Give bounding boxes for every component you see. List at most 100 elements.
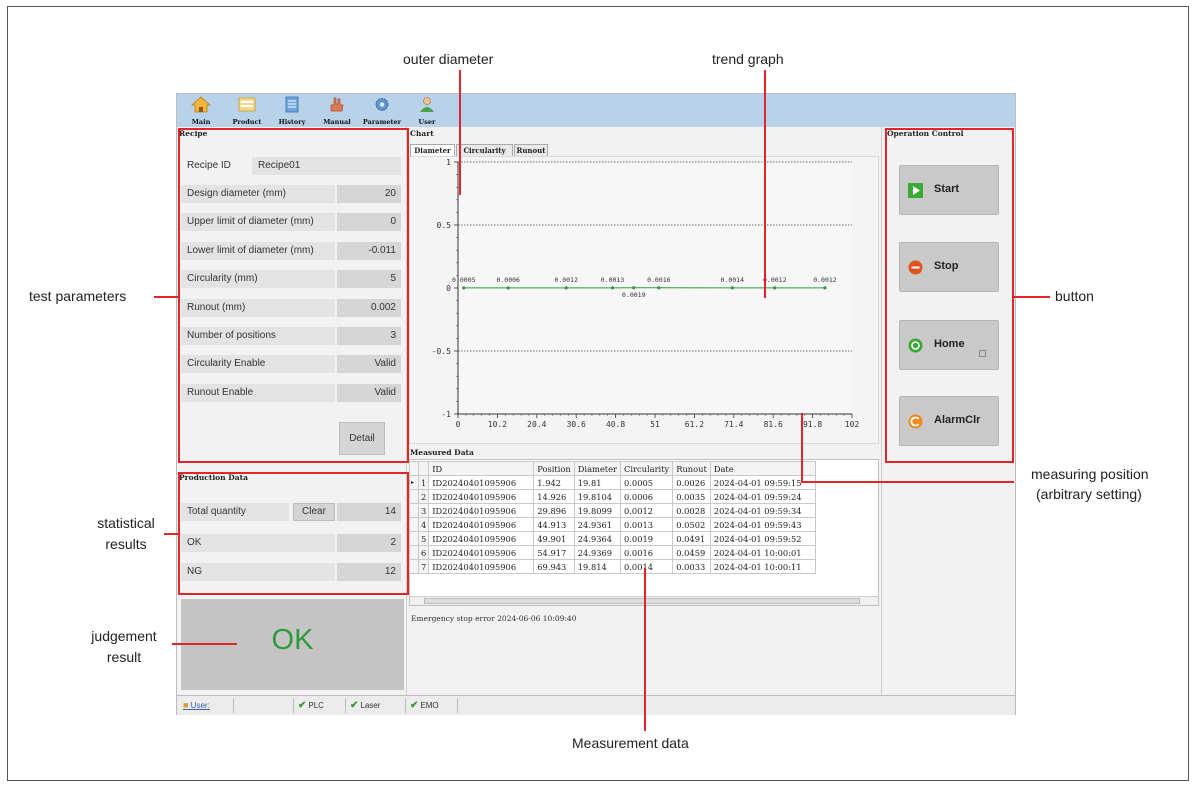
row-pointer [409, 489, 419, 504]
col-date-header[interactable]: Date [709, 461, 816, 476]
cell-run: 0.0502 [672, 517, 711, 532]
col-id-header[interactable]: ID [428, 461, 535, 476]
cell-date: 2024-04-01 09:59:34 [709, 503, 816, 518]
status-plc: ✔ PLC [294, 698, 346, 713]
status-laser: ✔ Laser [346, 698, 406, 713]
judgement-leader [172, 643, 237, 645]
annotation-judgement: judgement [91, 628, 157, 644]
toolbar-manual-button[interactable]: Manual [315, 95, 359, 126]
status-laser-label: Laser [360, 701, 381, 710]
statistical-results-box [178, 472, 409, 595]
table-header-row: ID Position Diameter Circularity Runout … [409, 461, 816, 476]
data-point [632, 286, 636, 290]
row-number: 6 [417, 545, 430, 560]
main-toolbar: Main Product History Manual Parameter Us… [177, 94, 1015, 127]
x-tick-label: 0 [456, 420, 461, 429]
judgement-panel: OK [181, 599, 404, 690]
hand-icon [330, 97, 344, 112]
y-tick-label: 1 [446, 158, 451, 167]
x-tick-label: 91.8 [803, 420, 822, 429]
table-row[interactable]: 5 ID20240401095906 49.901 24.9364 0.0019 0.04… [409, 531, 816, 546]
trend-graph-leader [764, 70, 766, 298]
cell-run: 0.0035 [672, 489, 711, 504]
annotation-button: button [1055, 288, 1094, 304]
toolbar-product-button[interactable]: Product [225, 95, 269, 126]
data-label: 0.0016 [647, 276, 671, 284]
x-tick-label: 102 [845, 420, 860, 429]
toolbar-history-button[interactable]: History [270, 95, 314, 126]
col-position-header[interactable]: Position [533, 461, 575, 476]
table-row[interactable]: 6 ID20240401095906 54.917 24.9369 0.0016 0.04… [409, 545, 816, 560]
row-pointer [409, 559, 419, 574]
right-divider [881, 127, 882, 695]
outer-diameter-leader [459, 70, 461, 195]
error-message: Emergency stop error 2024-06-06 10:09:40 [411, 614, 577, 623]
row-pointer [409, 517, 419, 532]
cell-run: 0.0491 [672, 531, 711, 546]
cell-id: ID20240401095906 [428, 489, 535, 504]
data-point [506, 286, 510, 290]
data-point [730, 286, 734, 290]
cell-pos: 69.943 [533, 559, 575, 574]
data-point [462, 286, 466, 290]
toolbar-parameter-button[interactable]: Parameter [360, 95, 404, 126]
table-row[interactable]: 3 ID20240401095906 29.896 19.8099 0.0012 0.00… [409, 503, 816, 518]
toolbar-manual-label: Manual [323, 118, 351, 126]
toolbar-user-button[interactable]: User [405, 95, 449, 126]
toolbar-main-button[interactable]: Main [179, 95, 223, 126]
x-tick-label: 30.6 [567, 420, 586, 429]
row-number: 1 [417, 475, 430, 490]
y-tick-label: 0 [446, 284, 451, 293]
data-point [657, 286, 661, 290]
measured-data-title: Measured Data [410, 448, 474, 457]
data-label: 0.0013 [601, 276, 625, 284]
cell-id: ID20240401095906 [428, 531, 535, 546]
product-icon [238, 97, 256, 112]
cell-circ: 0.0005 [620, 475, 674, 490]
col-runout-header[interactable]: Runout [672, 461, 711, 476]
history-icon [285, 96, 299, 113]
cell-dia: 19.814 [573, 559, 622, 574]
col-circularity-header[interactable]: Circularity [620, 461, 674, 476]
data-label: 0.0006 [496, 276, 520, 284]
judgement-result: OK [271, 624, 314, 656]
cell-run: 0.0028 [672, 503, 711, 518]
table-row[interactable]: 2 ID20240401095906 14.926 19.8104 0.0006 0.00… [409, 489, 816, 504]
cell-date: 2024-04-01 09:59:15 [709, 475, 816, 490]
cell-circ: 0.0016 [620, 545, 674, 560]
data-point [610, 286, 615, 290]
tab-circularity[interactable]: Circularity [456, 144, 513, 156]
data-point [773, 286, 777, 290]
annotation-trend-graph: trend graph [712, 51, 784, 67]
tab-runout[interactable]: Runout [514, 144, 548, 156]
cell-circ: 0.0006 [620, 489, 674, 504]
test-parameters-box [178, 128, 409, 463]
row-number: 4 [417, 517, 430, 532]
col-diameter-header[interactable]: Diameter [573, 461, 622, 476]
status-emo-label: EMO [420, 701, 439, 710]
data-label: 0.0012 [763, 276, 787, 284]
cell-id: ID20240401095906 [428, 545, 535, 560]
cell-circ: 0.0013 [620, 517, 674, 532]
table-row[interactable]: ▸ 1 ID20240401095906 1.942 19.81 0.0005 0.0026… [409, 475, 816, 490]
x-tick-label: 10.2 [488, 420, 507, 429]
table-row[interactable]: 4 ID20240401095906 44.913 24.9361 0.0013 0.05… [409, 517, 816, 532]
data-label: 0.0019 [622, 291, 646, 299]
data-label: 0.0014 [721, 276, 745, 284]
scrollbar-thumb[interactable] [424, 598, 860, 604]
cell-date: 2024-04-01 09:59:43 [709, 517, 816, 532]
row-number: 2 [417, 489, 430, 504]
cell-dia: 24.9361 [573, 517, 622, 532]
x-tick-label: 81.6 [764, 420, 783, 429]
lock-icon: ■ [183, 700, 189, 710]
table-row[interactable]: 7 ID20240401095906 69.943 19.814 0.0014 0.003… [409, 559, 816, 574]
data-label: 0.0012 [554, 276, 578, 284]
cell-id: ID20240401095906 [428, 503, 535, 518]
annotation-judgement-result: result [106, 649, 142, 665]
status-user[interactable]: ■ User: [179, 698, 234, 713]
row-number: 3 [417, 503, 430, 518]
tab-diameter[interactable]: Diameter [410, 144, 455, 156]
cell-id: ID20240401095906 [428, 475, 535, 490]
test-parameters-leader [154, 296, 178, 298]
cell-pos: 54.917 [533, 545, 575, 560]
